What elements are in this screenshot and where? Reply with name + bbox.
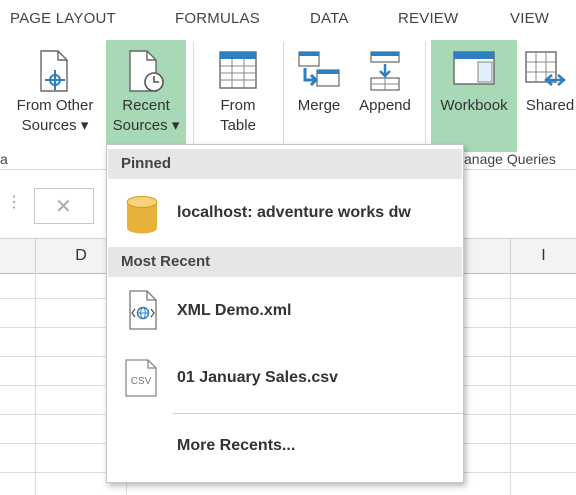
recent-item-xml-demo[interactable]: XML Demo.xml: [108, 283, 462, 339]
ribbon-separator: [193, 42, 194, 146]
group-label-left: a: [0, 151, 8, 167]
more-recents-item[interactable]: More Recents...: [108, 418, 462, 474]
most-recent-header-label: Most Recent: [121, 253, 211, 270]
column-header-i[interactable]: I: [511, 239, 576, 273]
append-icon: [367, 50, 403, 98]
shared-button[interactable]: Shared: [520, 40, 576, 152]
tab-formulas[interactable]: FORMULAS: [175, 10, 260, 27]
ribbon-separator: [425, 42, 426, 146]
from-other-sources-icon: [38, 50, 72, 98]
workbook-icon: [452, 50, 496, 94]
close-icon: ✕: [55, 196, 72, 218]
cancel-edit-button[interactable]: ✕: [34, 188, 94, 224]
tab-review[interactable]: REVIEW: [398, 10, 458, 27]
tab-page-layout[interactable]: PAGE LAYOUT: [10, 10, 116, 27]
merge-button[interactable]: Merge: [288, 40, 350, 152]
xml-file-icon: [128, 290, 158, 335]
formula-bar-grip-icon[interactable]: ⋮: [6, 192, 22, 212]
append-button[interactable]: Append: [352, 40, 418, 152]
most-recent-header: Most Recent: [108, 247, 462, 277]
ribbon-tabs: PAGE LAYOUT FORMULAS DATA REVIEW VIEW: [0, 0, 576, 38]
svg-text:CSV: CSV: [131, 376, 152, 387]
grid-col-line: [510, 272, 511, 495]
recent-item-january-sales[interactable]: CSV 01 January Sales.csv: [108, 350, 462, 406]
group-label-manage-queries: anage Queries: [464, 151, 556, 167]
pinned-header: Pinned: [108, 149, 462, 179]
recent-sources-label-1: Recent: [122, 97, 170, 114]
from-other-sources-button[interactable]: From Other Sources ▾: [6, 40, 104, 152]
recent-item-label: XML Demo.xml: [177, 302, 292, 319]
workbook-label: Workbook: [440, 97, 508, 114]
database-icon: [124, 195, 160, 240]
recent-sources-menu: Pinned localhost: adventure works dw Mos…: [106, 144, 464, 483]
merge-icon: [297, 50, 341, 96]
tab-view[interactable]: VIEW: [510, 10, 549, 27]
pinned-header-label: Pinned: [121, 155, 172, 172]
grid-col-line: [35, 272, 36, 495]
from-other-sources-label-1: From Other: [16, 97, 94, 114]
recent-sources-button[interactable]: Recent Sources ▾: [106, 40, 186, 152]
tab-data[interactable]: DATA: [310, 10, 349, 27]
from-table-label-1: From: [220, 97, 256, 114]
merge-label: Merge: [297, 97, 341, 114]
column-header-c[interactable]: [0, 239, 36, 273]
pinned-item-localhost[interactable]: localhost: adventure works dw: [108, 185, 462, 241]
from-other-sources-label-2: Sources ▾: [21, 117, 89, 134]
shared-icon: [524, 50, 568, 96]
csv-file-icon: CSV: [124, 359, 158, 402]
ribbon-separator: [283, 42, 284, 146]
menu-separator: [173, 413, 463, 414]
table-icon: [218, 50, 258, 96]
append-label: Append: [359, 97, 411, 114]
recent-sources-label-2: Sources ▾: [112, 117, 180, 134]
recent-item-label: 01 January Sales.csv: [177, 369, 339, 386]
workbook-button[interactable]: Workbook: [431, 40, 517, 152]
from-table-label-2: Table: [220, 117, 256, 134]
from-table-button[interactable]: From Table: [198, 40, 278, 152]
column-header-h[interactable]: [460, 239, 511, 273]
recent-sources-icon: [126, 50, 166, 100]
shared-label: Shared: [525, 97, 575, 114]
pinned-item-label: localhost: adventure works dw: [177, 204, 411, 221]
more-recents-label: More Recents...: [177, 437, 296, 454]
